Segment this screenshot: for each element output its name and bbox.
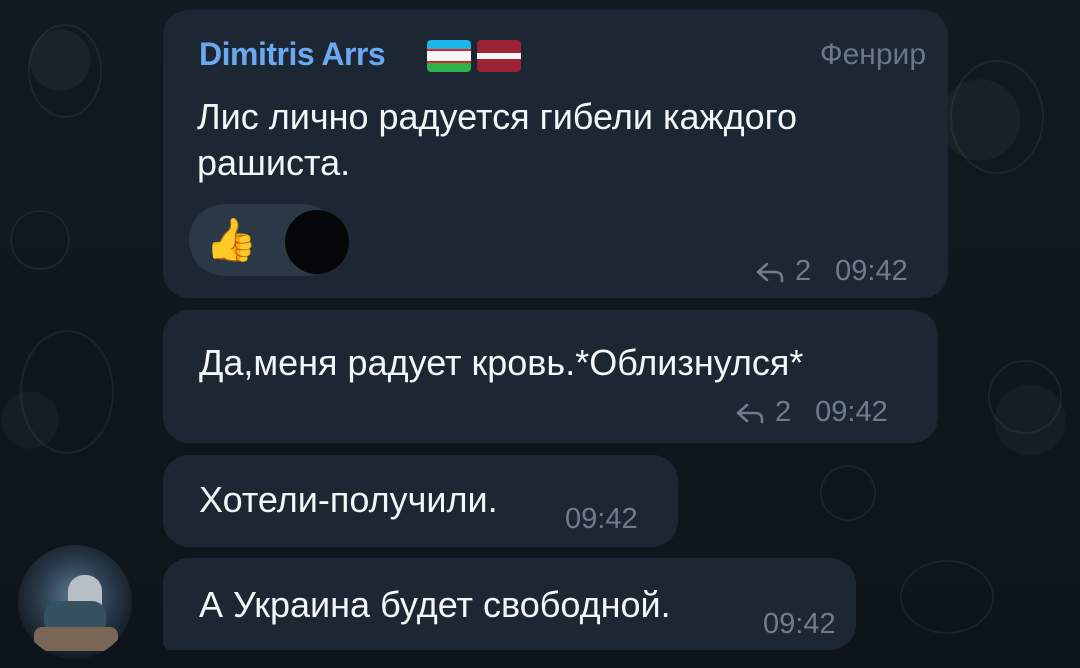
message-line: рашиста. — [197, 142, 351, 183]
wallpaper-doodle — [20, 330, 114, 454]
wallpaper-doodle — [950, 60, 1044, 174]
message-time: 09:42 — [763, 608, 836, 640]
message-text: Хотели-получили. — [199, 479, 498, 520]
wallpaper-doodle — [820, 465, 876, 521]
avatar-figure — [34, 627, 118, 651]
reply-count: 2 — [795, 255, 812, 287]
reply-count: 2 — [775, 396, 792, 428]
reply-icon[interactable] — [735, 402, 765, 424]
message-time: 09:42 — [815, 396, 888, 428]
message-time: 09:42 — [835, 255, 908, 287]
wallpaper-doodle — [10, 210, 70, 270]
sender-name[interactable]: Dimitris Arrs — [199, 36, 386, 73]
message-bubble[interactable]: А Украина будет свободной. 09:42 — [163, 558, 856, 650]
wallpaper-doodle — [900, 560, 994, 634]
sender-avatar[interactable] — [18, 545, 132, 659]
message-bubble[interactable]: Хотели-получили. 09:42 — [163, 455, 678, 547]
reply-icon[interactable] — [755, 261, 785, 283]
message-time: 09:42 — [565, 503, 638, 535]
sender-flags — [427, 40, 521, 72]
thumbs-up-icon: 👍 — [205, 216, 258, 263]
message-bubble[interactable]: Dimitris Arrs Фенрир Лис лично радуется … — [163, 10, 948, 298]
latvia-flag-icon — [477, 40, 521, 72]
message-text: А Украина будет свободной. — [199, 584, 671, 625]
message-meta: 2 09:42 — [735, 396, 888, 429]
message-text: Лис лично радуется гибели каждого рашист… — [197, 94, 797, 186]
reaction-chip[interactable]: 👍 — [189, 204, 349, 276]
uzbekistan-flag-icon — [427, 40, 471, 72]
message-bubble[interactable]: Да,меня радует кровь.*Облизнулся* 2 09:4… — [163, 310, 938, 443]
message-meta: 2 09:42 — [755, 255, 908, 288]
redacted-avatar — [285, 210, 349, 274]
wallpaper-doodle — [28, 24, 102, 118]
message-line: Лис лично радуется гибели каждого — [197, 96, 797, 137]
message-text: Да,меня радует кровь.*Облизнулся* — [199, 342, 804, 383]
member-role: Фенрир — [819, 38, 926, 71]
wallpaper-doodle — [988, 360, 1062, 434]
